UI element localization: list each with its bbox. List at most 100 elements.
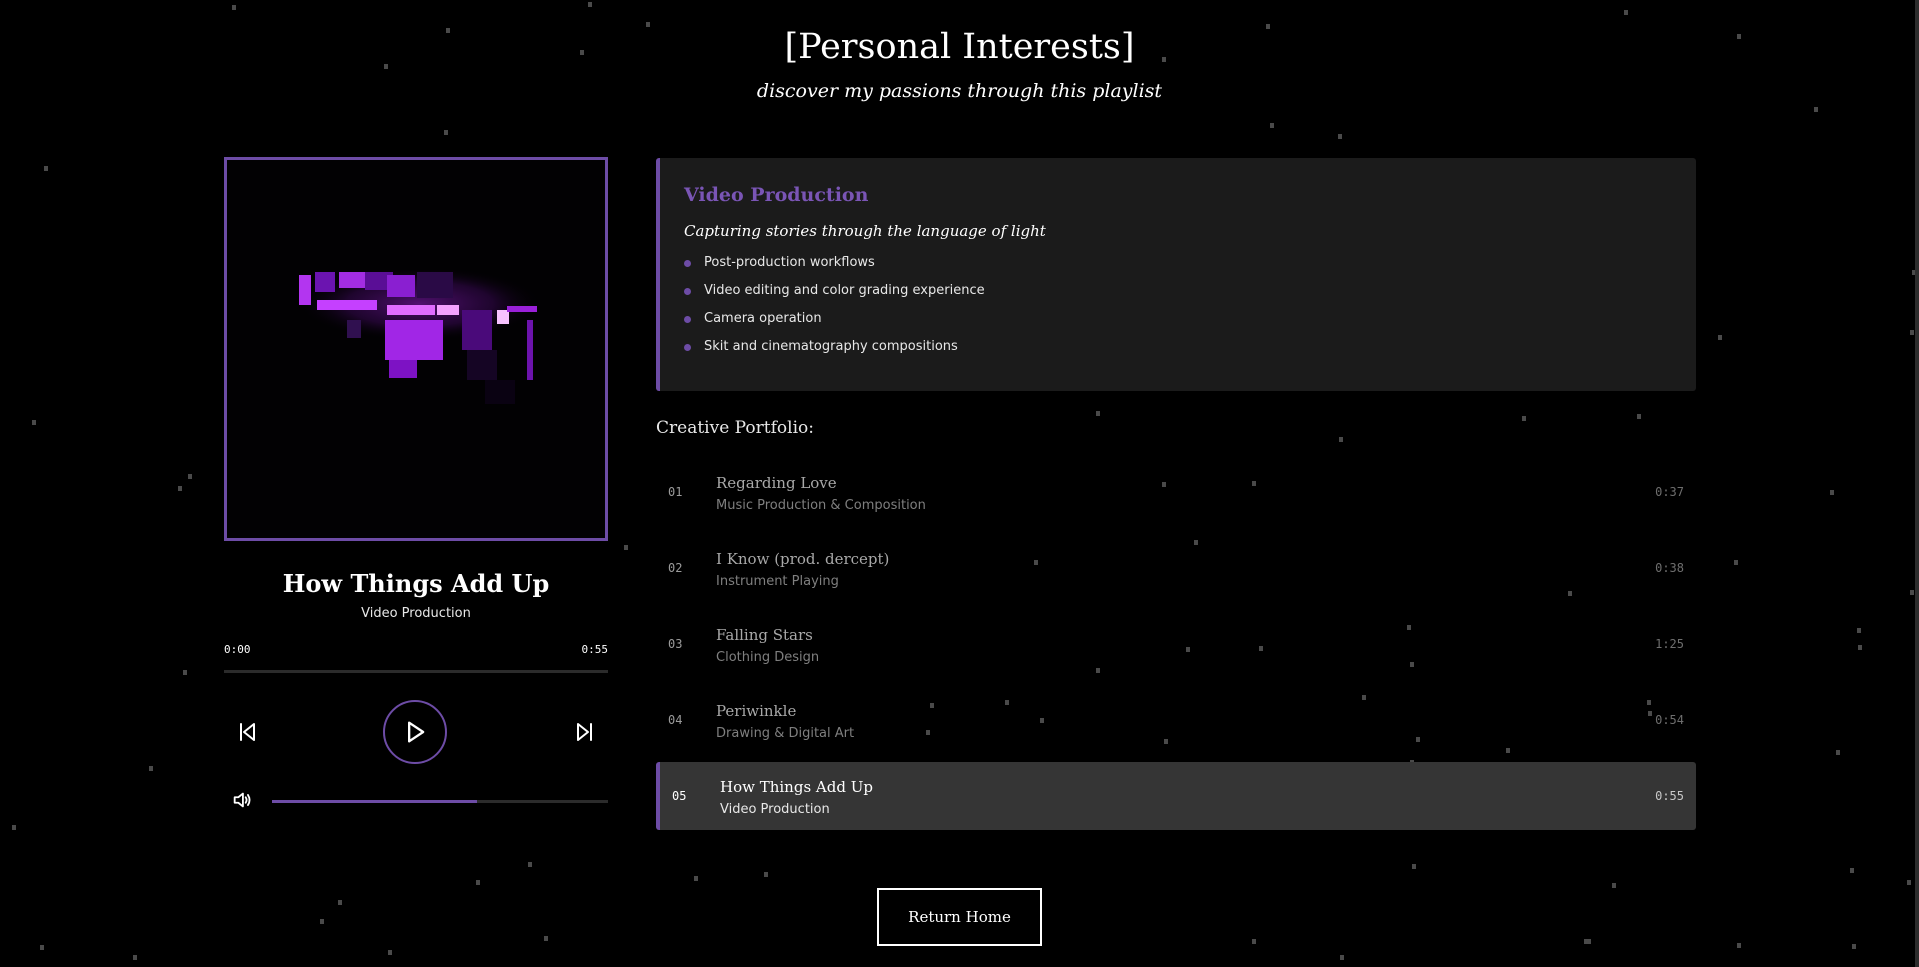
star-particle xyxy=(188,474,192,479)
bullet-dot-icon xyxy=(684,316,691,323)
star-particle xyxy=(1910,330,1914,335)
bullet-dot-icon xyxy=(684,344,691,351)
track-row[interactable]: 01 Regarding Love Music Production & Com… xyxy=(656,458,1696,526)
track-number: 02 xyxy=(668,561,683,575)
total-time: 0:55 xyxy=(581,643,609,656)
star-particle xyxy=(320,919,324,924)
detail-bullet: Post-production workflows xyxy=(684,253,1672,281)
track-row[interactable]: 03 Falling Stars Clothing Design 1:25 xyxy=(656,610,1696,678)
star-particle xyxy=(1340,955,1344,960)
next-track-button[interactable] xyxy=(572,719,598,745)
track-number: 03 xyxy=(668,637,683,651)
track-subtitle: Drawing & Digital Art xyxy=(716,726,855,741)
star-particle xyxy=(1270,123,1274,128)
detail-title: Video Production xyxy=(684,184,869,206)
star-particle xyxy=(1852,944,1856,949)
track-number: 04 xyxy=(668,713,683,727)
star-particle xyxy=(1850,868,1854,873)
bullet-text: Camera operation xyxy=(704,311,822,326)
track-subtitle: Music Production & Composition xyxy=(716,498,926,513)
scrollbar[interactable] xyxy=(1915,0,1919,967)
scrollbar-thumb[interactable] xyxy=(1915,0,1919,967)
star-particle xyxy=(40,945,44,950)
portfolio-heading: Creative Portfolio: xyxy=(656,418,814,438)
star-particle xyxy=(1338,134,1342,139)
star-particle xyxy=(1624,10,1628,15)
volume-slider[interactable] xyxy=(272,800,608,803)
track-title: I Know (prod. dercept) xyxy=(716,550,890,568)
star-particle xyxy=(1814,107,1818,112)
bullet-text: Video editing and color grading experien… xyxy=(704,283,985,298)
star-particle xyxy=(1339,437,1343,442)
star-particle xyxy=(149,766,153,771)
track-number: 01 xyxy=(668,485,683,499)
detail-bullet: Camera operation xyxy=(684,309,1672,337)
star-particle xyxy=(1910,590,1914,595)
star-particle xyxy=(1830,490,1834,495)
track-row-active[interactable]: 05 How Things Add Up Video Production 0:… xyxy=(656,762,1696,830)
star-particle xyxy=(133,955,137,960)
page-title: [Personal Interests] xyxy=(784,27,1135,67)
track-list: 01 Regarding Love Music Production & Com… xyxy=(656,458,1696,838)
star-particle xyxy=(544,936,548,941)
volume-button[interactable] xyxy=(231,789,255,813)
detail-bullet-list: Post-production workflows Video editing … xyxy=(684,253,1672,365)
track-duration: 0:55 xyxy=(1655,789,1684,803)
page-subtitle: discover my passions through this playli… xyxy=(756,80,1163,102)
star-particle xyxy=(338,900,342,905)
star-particle xyxy=(1858,645,1862,650)
star-particle xyxy=(694,876,698,881)
star-particle xyxy=(1718,335,1722,340)
star-particle xyxy=(1737,943,1741,948)
track-title: Regarding Love xyxy=(716,474,837,492)
progress-bar[interactable] xyxy=(224,670,608,673)
now-playing-category: Video Production xyxy=(361,606,471,621)
star-particle xyxy=(1412,864,1416,869)
volume-control xyxy=(224,789,608,813)
music-player: How Things Add Up Video Production 0:00 … xyxy=(224,157,608,813)
track-row[interactable]: 02 I Know (prod. dercept) Instrument Pla… xyxy=(656,534,1696,602)
track-duration: 1:25 xyxy=(1655,637,1684,651)
skip-next-icon xyxy=(577,723,592,741)
track-title: Periwinkle xyxy=(716,702,797,720)
page-header: [Personal Interests] discover my passion… xyxy=(0,22,1919,102)
detail-bullet: Video editing and color grading experien… xyxy=(684,281,1672,309)
previous-track-button[interactable] xyxy=(234,719,260,745)
volume-fill xyxy=(272,800,477,803)
star-particle xyxy=(1587,939,1591,944)
track-subtitle: Instrument Playing xyxy=(716,574,839,589)
star-particle xyxy=(1637,414,1641,419)
bullet-dot-icon xyxy=(684,260,691,267)
star-particle xyxy=(32,420,36,425)
now-playing-title: How Things Add Up xyxy=(282,569,550,598)
star-particle xyxy=(476,880,480,885)
play-button[interactable] xyxy=(383,700,447,764)
star-particle xyxy=(12,825,16,830)
star-particle xyxy=(178,486,182,491)
star-particle xyxy=(764,872,768,877)
star-particle xyxy=(1612,883,1616,888)
star-particle xyxy=(588,2,592,7)
star-particle xyxy=(1836,750,1840,755)
star-particle xyxy=(232,5,236,10)
star-particle xyxy=(528,862,532,867)
interest-detail-card: Video Production Capturing stories throu… xyxy=(656,158,1696,391)
play-icon xyxy=(408,721,425,743)
album-cover-image xyxy=(224,157,608,541)
track-row[interactable]: 04 Periwinkle Drawing & Digital Art 0:54 xyxy=(656,686,1696,754)
track-number: 05 xyxy=(672,789,687,803)
star-particle xyxy=(1252,939,1256,944)
track-duration: 0:37 xyxy=(1655,485,1684,499)
star-particle xyxy=(1907,880,1911,885)
track-title: How Things Add Up xyxy=(720,778,873,796)
bullet-dot-icon xyxy=(684,288,691,295)
star-particle xyxy=(1522,416,1526,421)
star-particle xyxy=(183,670,187,675)
cover-artwork xyxy=(227,160,605,538)
track-title: Falling Stars xyxy=(716,626,813,644)
track-duration: 0:54 xyxy=(1655,713,1684,727)
star-particle xyxy=(44,166,48,171)
return-home-button[interactable]: Return Home xyxy=(877,888,1042,946)
volume-icon xyxy=(233,792,251,808)
bullet-text: Post-production workflows xyxy=(704,255,875,270)
